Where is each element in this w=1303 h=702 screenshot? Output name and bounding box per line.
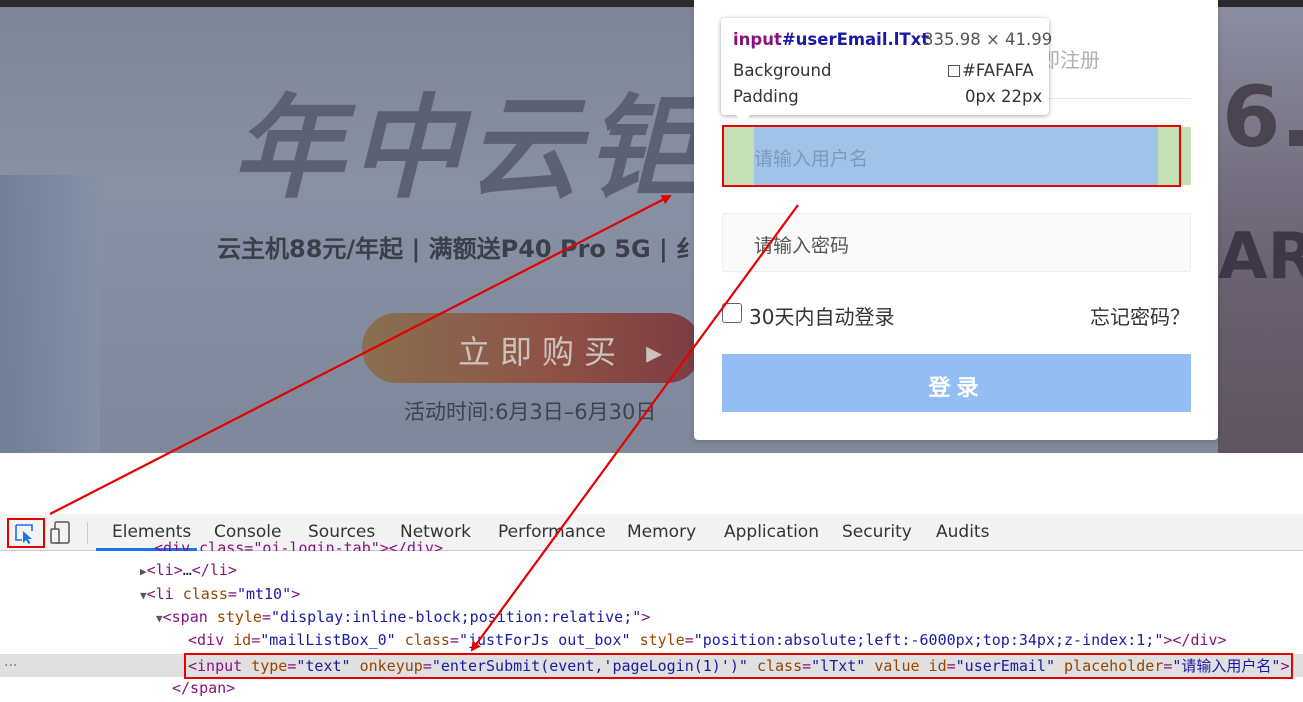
username-highlight-box [722, 125, 1181, 187]
tab-security[interactable]: Security [842, 514, 912, 551]
attr-name: id [233, 631, 252, 649]
tag-open: <li> [146, 561, 183, 579]
equals-sign: = [684, 631, 694, 649]
banner-decoration [0, 175, 100, 455]
triangle-down-icon[interactable]: ▼ [156, 612, 163, 625]
tooltip-background-hex: #FAFAFA [962, 61, 1034, 80]
dom-line-partial: <div class="oj-login-tab"></div> [154, 539, 443, 551]
tag-open: <li [146, 585, 183, 603]
tooltip-background-value: #FAFAFA [948, 61, 1034, 80]
banner-subtitle: 云主机88元/年起 | 满额送P40 Pro 5G | 纟 [217, 235, 701, 263]
remember-me-checkbox[interactable] [722, 303, 742, 323]
tab-memory[interactable]: Memory [627, 514, 696, 551]
equals-sign: = [449, 631, 459, 649]
equals-sign: = [251, 631, 261, 649]
collapsed-ellipsis: … [182, 561, 192, 579]
selected-node-highlight-box [184, 653, 1293, 679]
tag-end: ></div> [1163, 631, 1227, 649]
dom-node-li-mt10[interactable]: ▼<li class="mt10"> [140, 585, 300, 603]
dom-node-span-close[interactable]: </span> [172, 679, 235, 697]
password-placeholder: 请输入密码 [754, 235, 850, 257]
attr-value: "position:absolute;left:-6000px;top:34px… [693, 631, 1164, 649]
tooltip-padding-value: 0px 22px [965, 87, 1043, 106]
tab-performance[interactable]: Performance [498, 514, 606, 551]
tag-close: </span> [172, 679, 236, 697]
tooltip-background-label: Background [733, 61, 832, 80]
forgot-password-link[interactable]: 忘记密码？ [1090, 301, 1190, 330]
banner-right-text: 6.1 [1222, 68, 1303, 166]
tag-end: > [641, 608, 651, 626]
tooltip-size: 335.98 × 41.99 [923, 30, 1053, 49]
attr-name: class [404, 631, 450, 649]
tooltip-id: #userEmail.lTxt [781, 30, 930, 49]
tooltip-padding-label: Padding [733, 87, 799, 106]
equals-sign: = [227, 585, 237, 603]
devtools-panel: Elements Console Sources Network Perform… [0, 514, 1303, 702]
tab-application[interactable]: Application [724, 514, 819, 551]
more-options-dots[interactable]: ... [4, 654, 17, 670]
attr-name: style [216, 608, 262, 626]
banner-date: 活动时间:6月3日–6月30日 [404, 400, 657, 424]
tag-open: <span [162, 608, 217, 626]
buy-now-label: 立即购买 ▸ [458, 333, 673, 371]
dom-node-div-maillistbox[interactable]: <div id="mailListBox_0" class="justForJs… [188, 631, 1227, 649]
banner-right-text-2: AR [1218, 220, 1303, 294]
tag-open: <div [188, 631, 234, 649]
device-toolbar-icon[interactable] [50, 521, 72, 545]
dom-node-span[interactable]: ▼<span style="display:inline-block;posit… [156, 608, 650, 626]
tooltip-arrow [734, 113, 752, 123]
attr-value: "justForJs out_box" [458, 631, 631, 649]
tag-close: </li> [191, 561, 237, 579]
buy-now-button[interactable]: 立即购买 ▸ [362, 313, 702, 383]
triangle-down-icon[interactable]: ▼ [140, 589, 147, 602]
tooltip-tag: input [733, 30, 782, 49]
attr-name: class [182, 585, 228, 603]
attr-name: style [639, 631, 685, 649]
tab-audits[interactable]: Audits [936, 514, 989, 551]
equals-sign: = [261, 608, 271, 626]
page-body [0, 453, 1303, 514]
tag-end: > [291, 585, 301, 603]
attr-value: "display:inline-block;position:relative;… [271, 608, 642, 626]
attr-value: "mailListBox_0" [260, 631, 396, 649]
login-button[interactable]: 登录 [722, 354, 1191, 412]
remember-me-label[interactable]: 30天内自动登录 [749, 301, 894, 330]
login-button-label: 登录 [928, 376, 985, 401]
attr-value: "mt10" [236, 585, 292, 603]
inspect-element-icon [15, 524, 33, 544]
dom-node-li[interactable]: ▶<li>…</li> [140, 561, 237, 579]
banner-title: 年中云钜 [232, 84, 704, 214]
toolbar-separator [87, 522, 88, 544]
color-swatch-icon [948, 65, 960, 77]
tooltip-selector: input#userEmail.lTxt [733, 30, 929, 49]
inspect-element-button[interactable] [7, 518, 45, 548]
triangle-right-icon[interactable]: ▶ [140, 565, 147, 578]
